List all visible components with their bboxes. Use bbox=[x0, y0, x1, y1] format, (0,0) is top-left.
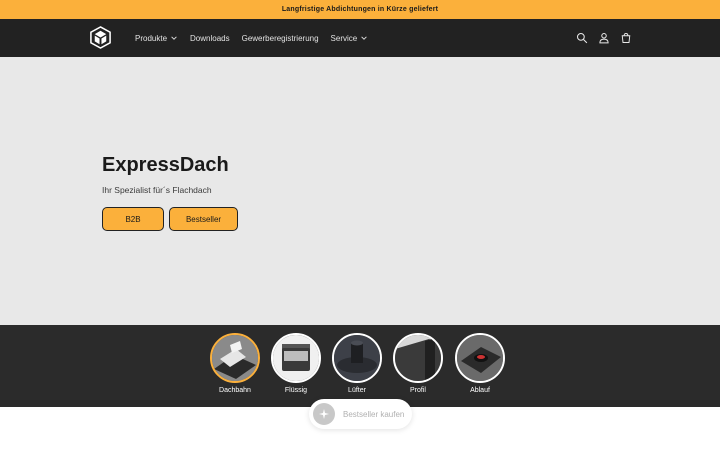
category-label: Profil bbox=[410, 387, 426, 394]
main-nav: Produkte Downloads Gewerberegistrierung … bbox=[135, 19, 368, 57]
sparkle-icon bbox=[313, 403, 335, 425]
category-dachbahn[interactable]: Dachbahn bbox=[209, 333, 261, 394]
search-icon[interactable] bbox=[576, 32, 588, 44]
category-image bbox=[210, 333, 260, 383]
chevron-down-icon bbox=[361, 36, 367, 40]
category-strip: Dachbahn Flüssig Lüfter Profil Ablauf bbox=[0, 325, 720, 407]
category-ablauf[interactable]: Ablauf bbox=[454, 333, 506, 394]
nav-item-label: Gewerberegistrierung bbox=[241, 33, 319, 43]
hero-banner: ExpressDach Ihr Spezialist für´s Flachda… bbox=[0, 57, 720, 325]
nav-item-label: Service bbox=[330, 33, 358, 43]
nav-item-label: Downloads bbox=[190, 33, 230, 43]
bestseller-button[interactable]: Bestseller bbox=[169, 207, 238, 231]
nav-item-gewerberegistrierung[interactable]: Gewerberegistrierung bbox=[242, 34, 319, 43]
category-profil[interactable]: Profil bbox=[392, 333, 444, 394]
hero-subtitle: Ihr Spezialist für´s Flachdach bbox=[102, 185, 212, 195]
b2b-button[interactable]: B2B bbox=[102, 207, 164, 231]
nav-item-produkte[interactable]: Produkte bbox=[135, 34, 178, 43]
account-icon[interactable] bbox=[598, 32, 610, 44]
nav-item-service[interactable]: Service bbox=[331, 34, 369, 43]
category-image bbox=[393, 333, 443, 383]
category-image bbox=[332, 333, 382, 383]
category-fluessig[interactable]: Flüssig bbox=[270, 333, 322, 394]
announcement-bar: Langfristige Abdichtungen in Kürze gelie… bbox=[0, 0, 720, 19]
category-image bbox=[455, 333, 505, 383]
header-actions bbox=[576, 19, 632, 57]
nav-item-label: Produkte bbox=[135, 33, 168, 43]
category-label: Lüfter bbox=[348, 387, 366, 394]
cart-icon[interactable] bbox=[620, 32, 632, 44]
category-image bbox=[271, 333, 321, 383]
floating-button-label: Bestseller kaufen bbox=[343, 409, 405, 419]
hero-buttons: B2B Bestseller bbox=[102, 207, 238, 231]
nav-item-downloads[interactable]: Downloads bbox=[190, 34, 230, 43]
bestseller-kaufen-button[interactable]: Bestseller kaufen bbox=[309, 399, 412, 429]
chevron-down-icon bbox=[171, 36, 177, 40]
category-luefter[interactable]: Lüfter bbox=[331, 333, 383, 394]
category-label: Flüssig bbox=[284, 387, 308, 394]
site-header: Produkte Downloads Gewerberegistrierung … bbox=[0, 19, 720, 57]
hero-title: ExpressDach bbox=[102, 154, 229, 176]
announcement-text: Langfristige Abdichtungen in Kürze gelie… bbox=[281, 6, 439, 13]
logo-icon[interactable] bbox=[89, 26, 112, 49]
category-label: Ablauf bbox=[470, 387, 490, 394]
category-label: Dachbahn bbox=[219, 387, 251, 394]
